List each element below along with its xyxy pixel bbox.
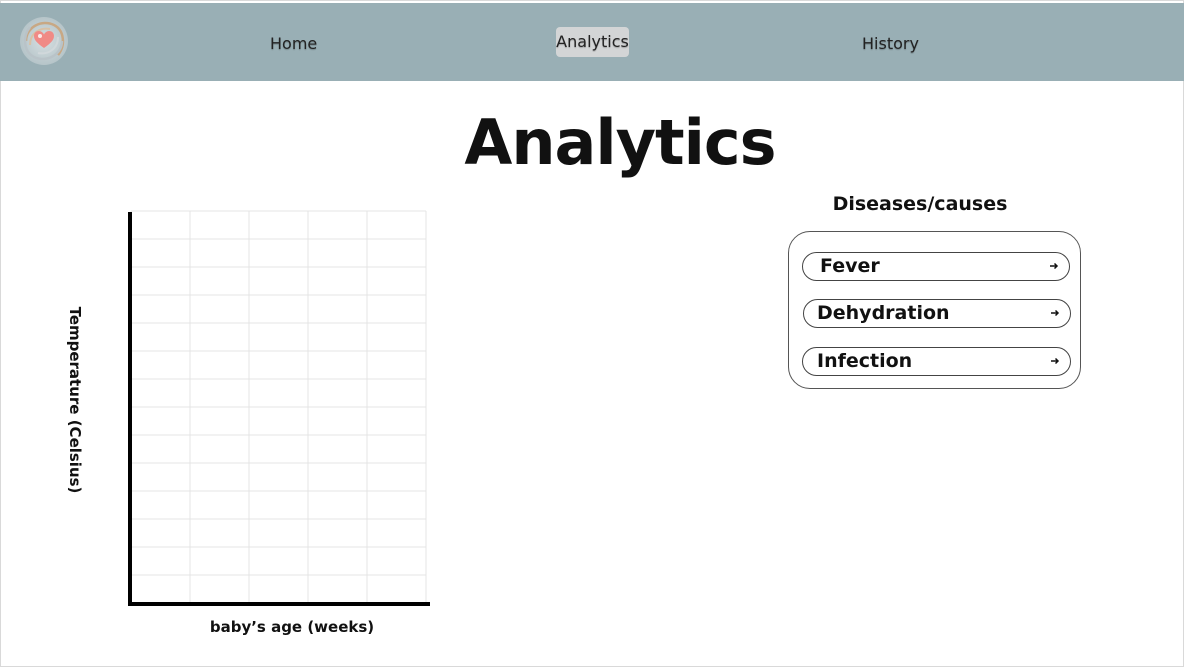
disease-item-infection[interactable]: Infection <box>802 347 1071 376</box>
diseases-heading: Diseases/causes <box>832 193 1008 215</box>
disease-label: Infection <box>817 350 913 372</box>
disease-item-fever[interactable]: Fever <box>802 252 1070 281</box>
disease-label: Dehydration <box>817 302 950 324</box>
chart-y-axis-label: Temperature (Celsius) <box>66 306 84 494</box>
diseases-list: Fever Dehydration Infection <box>788 231 1081 389</box>
arrow-right-icon <box>1051 309 1060 317</box>
arrow-right-icon <box>1050 262 1059 270</box>
disease-label: Fever <box>820 255 880 277</box>
arrow-right-icon <box>1051 357 1060 365</box>
page-title: Analytics <box>464 106 776 179</box>
nav-history-link[interactable]: History <box>862 34 919 53</box>
nav-analytics-link[interactable]: Analytics <box>556 27 629 57</box>
chart-x-axis-label: baby’s age (weeks) <box>209 618 375 636</box>
disease-item-dehydration[interactable]: Dehydration <box>803 299 1071 328</box>
